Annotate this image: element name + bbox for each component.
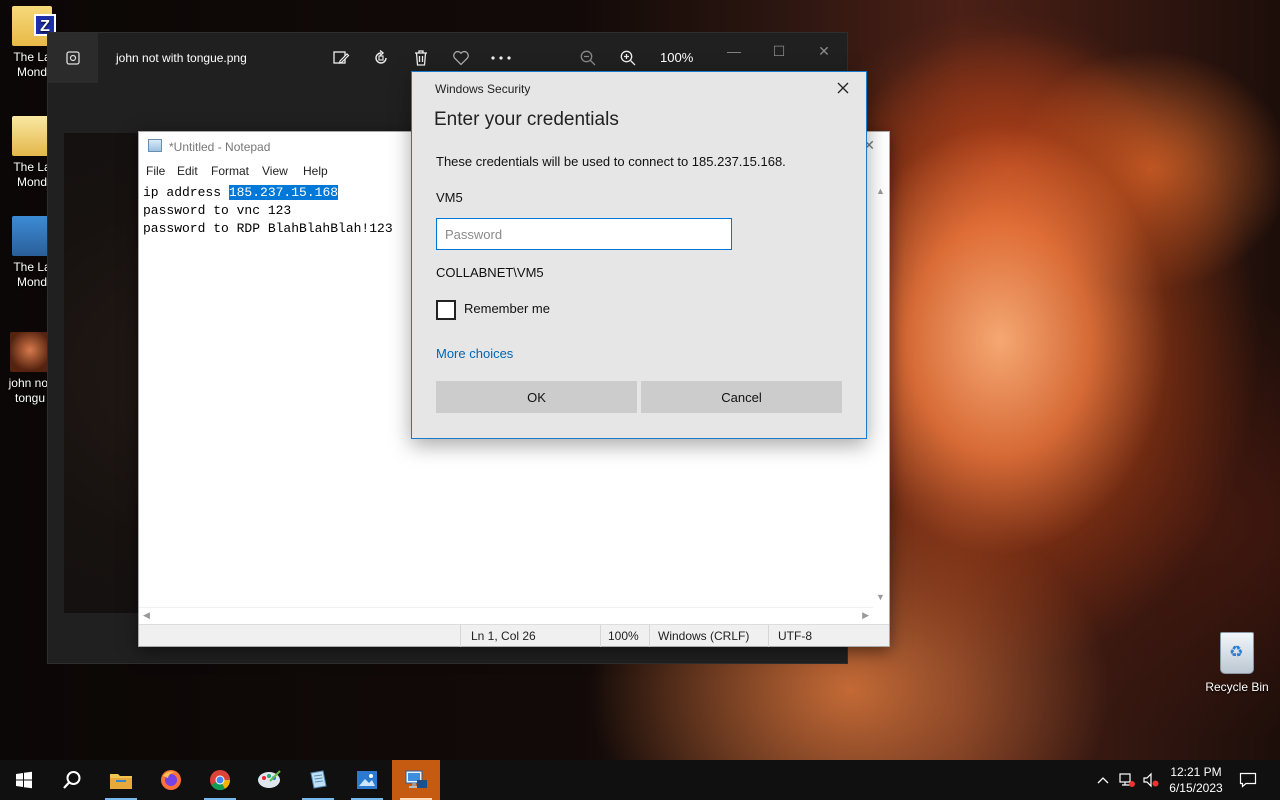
close-button[interactable]: ✕ (809, 43, 839, 63)
zoom-level: 100% (660, 50, 694, 65)
clock-date: 6/15/2023 (1169, 781, 1223, 795)
zoom-out-icon[interactable] (575, 46, 601, 70)
more-icon[interactable] (488, 46, 514, 70)
edit-image-icon[interactable] (328, 46, 354, 70)
dialog-description: These credentials will be used to connec… (436, 154, 786, 169)
favorite-icon[interactable] (448, 46, 474, 70)
zoom-in-icon[interactable] (615, 46, 641, 70)
photos-icon[interactable] (343, 760, 391, 800)
recycle-bin-label: Recycle Bin (1205, 680, 1269, 694)
clock-time: 12:21 PM (1170, 765, 1222, 779)
scroll-right-icon[interactable]: ▶ (862, 610, 869, 621)
recycle-bin-icon (1220, 632, 1254, 674)
menu-file[interactable]: File (146, 164, 165, 178)
remote-desktop-icon[interactable] (392, 760, 440, 800)
firefox-icon[interactable] (147, 760, 195, 800)
zoom-status: 100% (608, 629, 639, 643)
ok-button[interactable]: OK (436, 381, 637, 413)
scroll-up-icon[interactable]: ▲ (876, 186, 885, 196)
menu-view[interactable]: View (262, 164, 288, 178)
remember-me-checkbox[interactable] (436, 300, 456, 320)
notepad-icon (148, 139, 162, 152)
chevron-up-icon[interactable] (1094, 760, 1112, 800)
volume-muted-icon[interactable] (1140, 760, 1162, 800)
cancel-button[interactable]: Cancel (641, 381, 842, 413)
menu-edit[interactable]: Edit (177, 164, 198, 178)
start-icon[interactable] (0, 760, 48, 800)
minimize-button[interactable]: — (719, 43, 749, 63)
more-choices-link[interactable]: More choices (436, 346, 513, 361)
photos-app-icon[interactable] (48, 33, 98, 83)
cursor-position: Ln 1, Col 26 (471, 629, 536, 643)
rotate-icon[interactable] (368, 46, 394, 70)
scroll-left-icon[interactable]: ◀ (143, 610, 150, 621)
delete-icon[interactable] (408, 46, 434, 70)
network-icon[interactable] (1116, 760, 1138, 800)
maximize-button[interactable]: ☐ (764, 43, 794, 63)
recycle-bin[interactable]: Recycle Bin (1200, 632, 1274, 694)
dialog-title: Windows Security (435, 82, 531, 96)
app-shortcut-icon (12, 216, 52, 256)
scroll-down-icon[interactable]: ▼ (876, 592, 885, 602)
system-clock[interactable]: 12:21 PM 6/15/2023 (1163, 764, 1229, 796)
username-label: VM5 (436, 190, 463, 205)
notifications-icon[interactable] (1235, 760, 1261, 800)
password-field[interactable] (436, 218, 732, 250)
image-file-icon (10, 332, 50, 372)
status-bar: Ln 1, Col 26 100% Windows (CRLF) UTF-8 (139, 624, 889, 647)
horizontal-scrollbar[interactable]: ◀ ▶ (139, 607, 873, 624)
close-icon[interactable] (828, 76, 858, 100)
paint-icon[interactable] (245, 760, 293, 800)
notepad-icon[interactable] (294, 760, 342, 800)
search-icon[interactable] (48, 760, 96, 800)
photos-title: john not with tongue.png (116, 51, 247, 65)
menu-format[interactable]: Format (211, 164, 249, 178)
notepad-title: *Untitled - Notepad (169, 140, 271, 154)
editor-text: ip address (143, 185, 229, 200)
menu-help[interactable]: Help (303, 164, 328, 178)
folder-icon (12, 116, 52, 156)
credentials-dialog: Windows Security Enter your credentials … (411, 71, 867, 439)
taskbar: 12:21 PM 6/15/2023 (0, 760, 1280, 800)
line-endings: Windows (CRLF) (658, 629, 750, 643)
domain-user-label: COLLABNET\VM5 (436, 265, 544, 280)
chrome-icon[interactable] (196, 760, 244, 800)
encoding: UTF-8 (778, 629, 812, 643)
vertical-scrollbar[interactable]: ▲ ▼ (873, 182, 889, 606)
dialog-heading: Enter your credentials (434, 109, 619, 130)
file-explorer-icon[interactable] (97, 760, 145, 800)
remember-me-label[interactable]: Remember me (464, 301, 550, 316)
selected-text: 185.237.15.168 (228, 185, 339, 200)
